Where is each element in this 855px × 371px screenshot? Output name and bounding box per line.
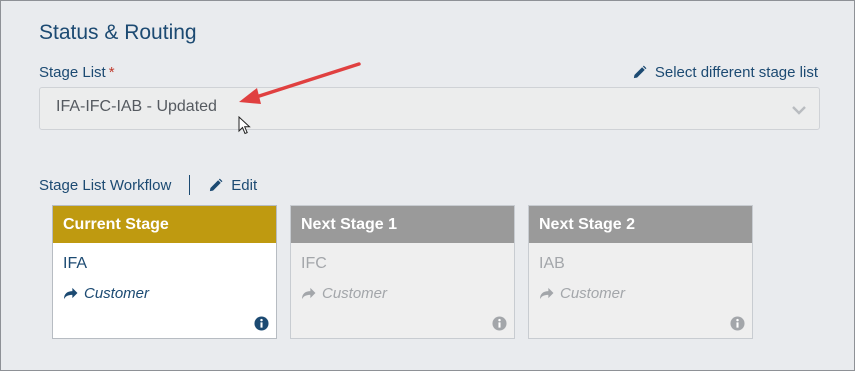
status-routing-panel: Status & Routing Stage List * Select diff…: [0, 0, 855, 371]
info-icon[interactable]: [254, 316, 269, 331]
workflow-row: Stage List Workflow Edit: [39, 175, 257, 195]
current-stage-card: Current Stage IFA Customer: [52, 205, 277, 339]
next-stage-1-card: Next Stage 1 IFC Customer: [290, 205, 515, 339]
select-different-stage-list-link[interactable]: Select different stage list: [632, 64, 818, 81]
share-arrow-icon: [302, 287, 316, 300]
card-role-label: Customer: [322, 285, 388, 302]
workflow-label: Stage List Workflow: [39, 176, 172, 194]
stage-list-select[interactable]: IFA-IFC-IAB - Updated: [39, 87, 820, 130]
card-stage-name: IFA: [63, 255, 88, 272]
stage-list-label-text: Stage List: [39, 64, 106, 81]
divider: [189, 175, 191, 195]
section-title: Status & Routing: [39, 21, 197, 44]
next-stage-2-card: Next Stage 2 IAB Customer: [528, 205, 753, 339]
pencil-icon: [632, 65, 647, 80]
card-stage-name: IFC: [301, 255, 327, 272]
share-arrow-icon: [64, 287, 78, 300]
info-icon[interactable]: [492, 316, 507, 331]
stage-list-selected-value: IFA-IFC-IAB - Updated: [56, 98, 217, 115]
card-header: Next Stage 2: [529, 206, 752, 243]
pencil-icon: [208, 178, 223, 193]
card-routing-role: Customer: [301, 285, 387, 302]
share-arrow-icon: [540, 287, 554, 300]
info-icon[interactable]: [730, 316, 745, 331]
card-routing-role: Customer: [539, 285, 625, 302]
card-header: Current Stage: [53, 206, 276, 243]
card-routing-role: Customer: [63, 285, 149, 302]
edit-workflow-link[interactable]: Edit: [208, 177, 257, 194]
card-header: Next Stage 1: [291, 206, 514, 243]
chevron-down-icon: [791, 102, 807, 118]
select-different-stage-list-label: Select different stage list: [654, 64, 818, 81]
card-role-label: Customer: [560, 285, 626, 302]
card-role-label: Customer: [84, 285, 150, 302]
required-marker: *: [108, 64, 115, 81]
annotation-arrow-icon: [239, 62, 361, 104]
card-stage-name: IAB: [539, 255, 565, 272]
mouse-cursor-icon: [238, 116, 251, 135]
edit-label: Edit: [231, 176, 258, 194]
stage-list-label: Stage List *: [39, 64, 115, 81]
